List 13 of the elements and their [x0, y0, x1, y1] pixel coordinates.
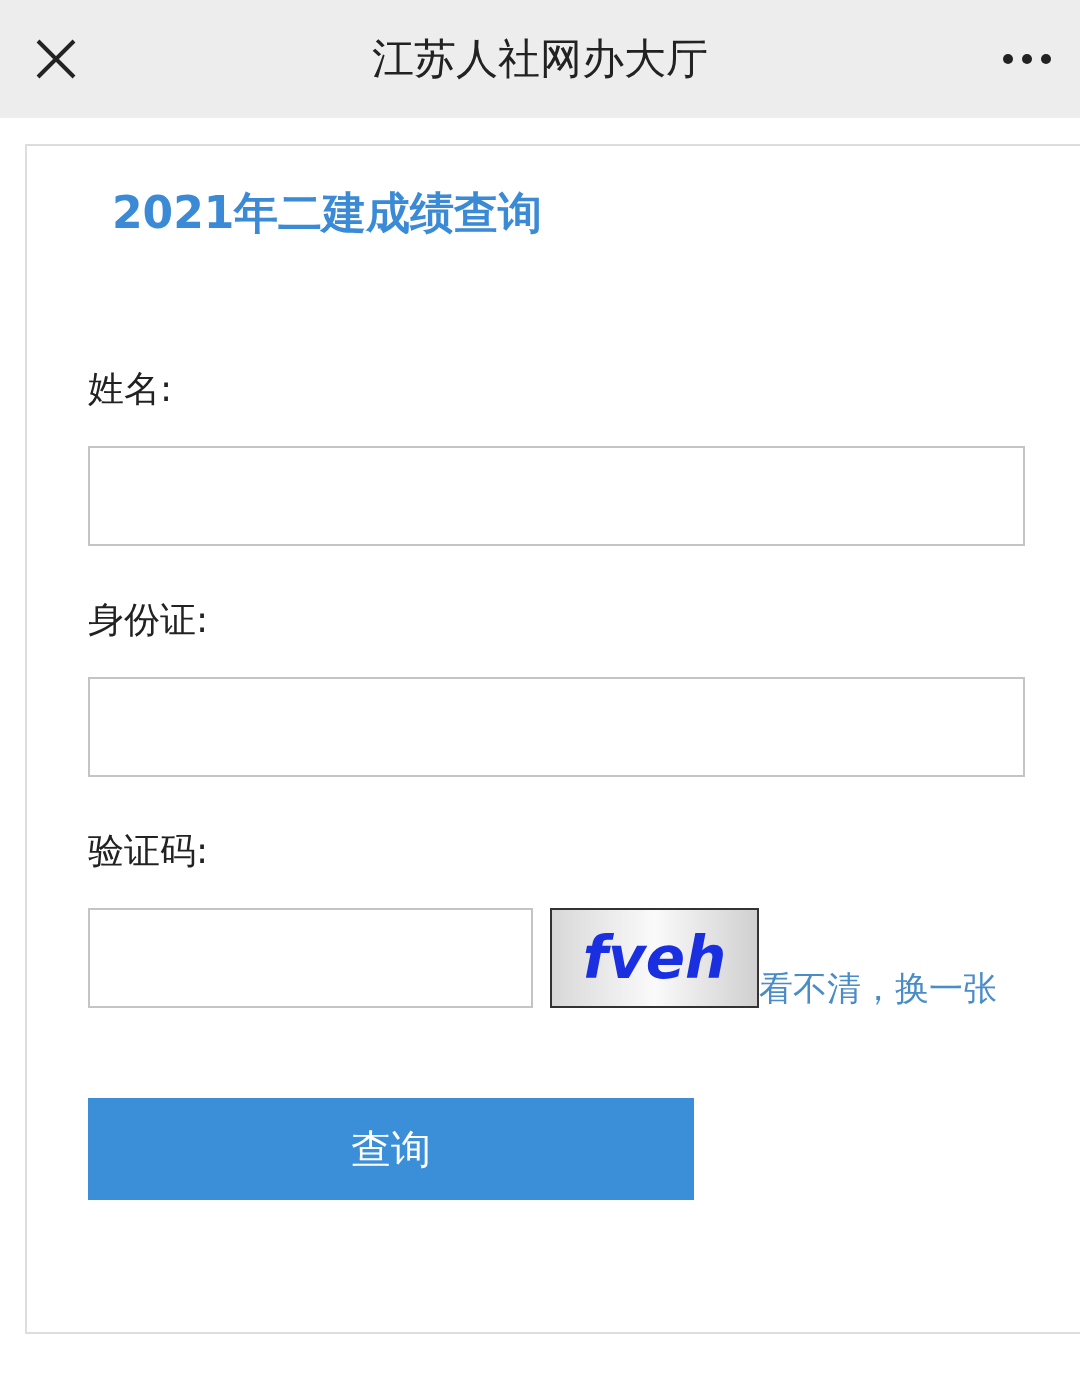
captcha-image: fveh	[550, 908, 759, 1008]
captcha-field[interactable]	[88, 908, 533, 1008]
field-label: 验证码:	[88, 829, 210, 873]
page-heading: 2021年二建成绩查询	[112, 186, 544, 240]
input-field[interactable]	[88, 677, 1025, 777]
input-field[interactable]	[88, 446, 1025, 546]
close-icon[interactable]	[36, 39, 76, 79]
more-icon[interactable]	[1002, 53, 1052, 65]
window-title: 江苏人社网办大厅	[372, 33, 708, 85]
query-button[interactable]: 查询	[88, 1098, 694, 1200]
field-label: 姓名:	[88, 367, 174, 411]
refresh-captcha-link[interactable]: 看不清，换一张	[759, 966, 997, 1012]
field-label: 身份证:	[88, 598, 210, 642]
